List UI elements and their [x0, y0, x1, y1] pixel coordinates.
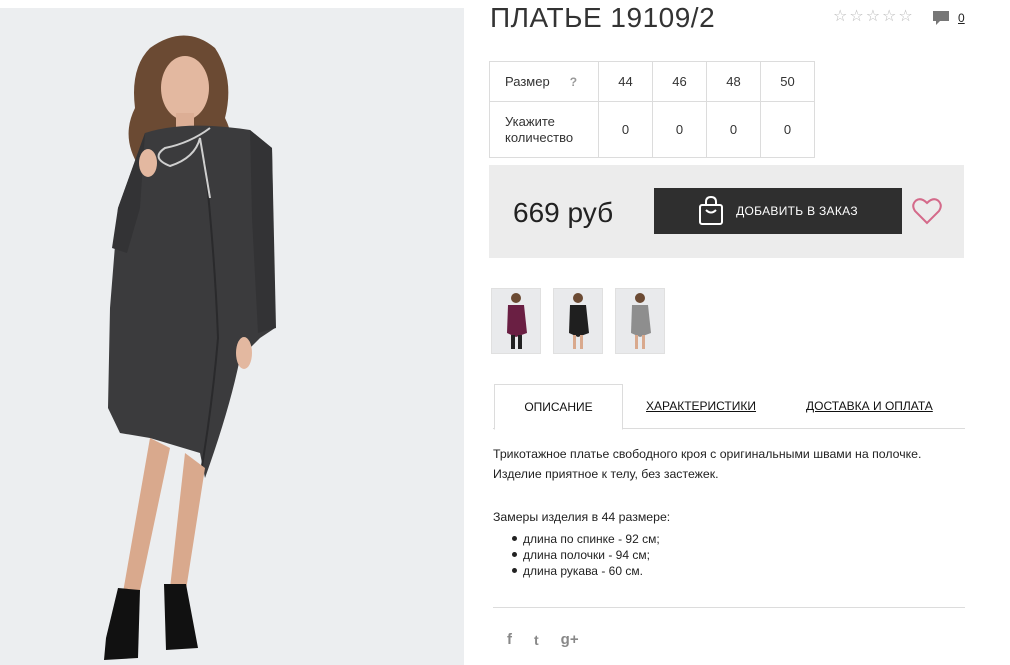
quantity-label-line1: Укажите	[505, 113, 555, 129]
comments-widget[interactable]: 0	[932, 10, 965, 26]
facebook-icon[interactable]: f	[507, 631, 512, 648]
quantity-input-48[interactable]: 0	[706, 101, 761, 158]
quantity-row: Укажите количество 0 0 0 0	[489, 101, 815, 158]
star-icon[interactable]: ☆	[849, 8, 863, 26]
quantity-input-50[interactable]: 0	[760, 101, 815, 158]
thumbnail-grey[interactable]	[615, 288, 665, 354]
measurements-title: Замеры изделия в 44 размере:	[493, 510, 671, 524]
size-quantity-table: Размер? 44 46 48 50 Укажите количество 0…	[489, 61, 815, 158]
thumbnail-black[interactable]	[553, 288, 603, 354]
quantity-input-46[interactable]: 0	[652, 101, 707, 158]
googleplus-icon[interactable]: g+	[561, 631, 579, 648]
shopping-bag-icon	[699, 196, 724, 225]
measurement-item: длина рукава - 60 см.	[512, 563, 660, 579]
add-to-order-label: ДОБАВИТЬ В ЗАКАЗ	[736, 204, 858, 218]
star-icon[interactable]: ☆	[866, 8, 880, 26]
thumbnail-image	[507, 293, 527, 349]
product-title: ПЛАТЬЕ 19109/2	[490, 2, 716, 33]
size-label: Размер	[505, 73, 550, 89]
quantity-label-cell: Укажите количество	[489, 101, 599, 158]
product-tabs: ОПИСАНИЕ ХАРАКТЕРИСТИКИ ДОСТАВКА И ОПЛАТ…	[493, 384, 965, 430]
product-main-photo[interactable]	[0, 8, 464, 665]
price: 669 руб	[513, 197, 614, 228]
tab-characteristics[interactable]: ХАРАКТЕРИСТИКИ	[646, 384, 756, 429]
size-help-icon[interactable]: ?	[570, 75, 577, 89]
thumbnail-image	[631, 293, 651, 349]
model-illustration	[0, 8, 464, 665]
thumbnail-strip	[491, 288, 665, 354]
tab-description[interactable]: ОПИСАНИЕ	[494, 384, 623, 430]
size-cell-50[interactable]: 50	[760, 61, 815, 102]
twitter-icon[interactable]: t	[534, 632, 539, 648]
price-box: 669 руб ДОБАВИТЬ В ЗАКАЗ	[489, 165, 964, 258]
thumbnail-burgundy[interactable]	[491, 288, 541, 354]
quantity-input-44[interactable]: 0	[598, 101, 653, 158]
add-to-order-button[interactable]: ДОБАВИТЬ В ЗАКАЗ	[654, 188, 902, 234]
heart-icon[interactable]	[912, 197, 942, 225]
rating-stars[interactable]: ☆ ☆ ☆ ☆ ☆	[833, 8, 913, 26]
comment-icon	[933, 11, 949, 25]
measurements-list: длина по спинке - 92 см; длина полочки -…	[512, 531, 660, 579]
size-row: Размер? 44 46 48 50	[489, 61, 815, 102]
description-line-2: Изделие приятное к телу, без застежек.	[493, 467, 719, 481]
thumbnail-image	[569, 293, 589, 349]
tab-delivery-payment[interactable]: ДОСТАВКА И ОПЛАТА	[806, 384, 933, 429]
social-share: f t g+	[507, 631, 579, 648]
size-label-cell: Размер?	[489, 61, 599, 102]
star-icon[interactable]: ☆	[882, 8, 896, 26]
comments-count-link[interactable]: 0	[958, 11, 965, 25]
description-line-1: Трикотажное платье свободного кроя с ори…	[493, 447, 922, 461]
size-cell-46[interactable]: 46	[652, 61, 707, 102]
description-text: Трикотажное платье свободного кроя с ори…	[493, 444, 963, 484]
size-cell-44[interactable]: 44	[598, 61, 653, 102]
quantity-label-line2: количество	[505, 129, 574, 145]
star-icon[interactable]: ☆	[898, 8, 912, 26]
star-icon[interactable]: ☆	[833, 8, 847, 26]
measurement-item: длина по спинке - 92 см;	[512, 532, 660, 546]
measurement-item: длина полочки - 94 см;	[512, 547, 660, 563]
divider	[493, 607, 965, 608]
size-cell-48[interactable]: 48	[706, 61, 761, 102]
